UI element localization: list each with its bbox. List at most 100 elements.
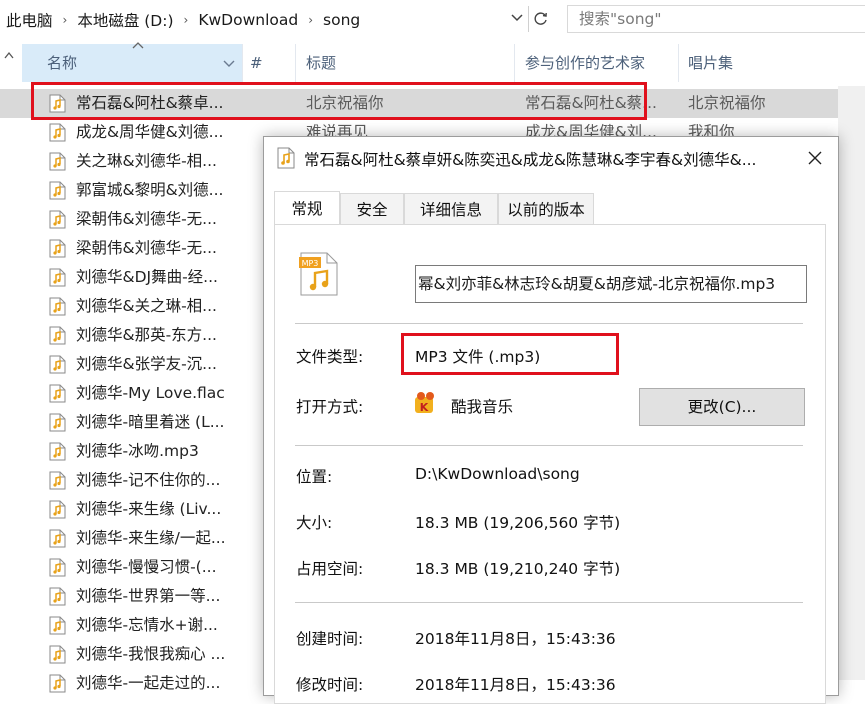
music-file-icon bbox=[49, 558, 66, 577]
file-name: 梁朝伟&刘德华-无... bbox=[76, 210, 217, 228]
mp3-badge-text: MP3 bbox=[302, 259, 319, 268]
size-label: 大小: bbox=[296, 514, 333, 532]
music-file-icon bbox=[49, 355, 66, 374]
music-file-icon bbox=[49, 123, 66, 142]
breadcrumb-song[interactable]: song bbox=[317, 11, 366, 29]
filename-field[interactable]: 幂&刘亦菲&林志玲&胡夏&胡彦斌-北京祝福你.mp3 bbox=[415, 265, 807, 303]
kuwo-music-icon: K bbox=[413, 391, 439, 421]
column-divider[interactable] bbox=[514, 44, 515, 82]
file-name: 梁朝伟&刘德华-无... bbox=[76, 239, 217, 257]
modified-value: 2018年11月8日，15:43:36 bbox=[415, 676, 616, 694]
breadcrumb-separator-icon: › bbox=[308, 13, 314, 27]
column-name-label[interactable]: 名称 bbox=[47, 44, 77, 82]
file-name: 刘德华-My Love.flac bbox=[76, 384, 225, 402]
tab-previous-versions[interactable]: 以前的版本 bbox=[498, 193, 594, 225]
file-name: 刘德华-一起走过的... bbox=[76, 674, 221, 692]
music-file-icon bbox=[49, 239, 66, 258]
music-file-icon bbox=[49, 529, 66, 548]
filename-value: 幂&刘亦菲&林志玲&胡夏&胡彦斌-北京祝福你.mp3 bbox=[418, 275, 776, 293]
column-name-dropdown-icon[interactable] bbox=[222, 46, 236, 84]
file-name: 成龙&周华健&刘德... bbox=[76, 123, 224, 141]
column-divider[interactable] bbox=[242, 44, 243, 82]
breadcrumb[interactable]: 此电脑 › 本地磁盘 (D:) › KwDownload › song bbox=[0, 6, 528, 34]
divider bbox=[295, 602, 803, 603]
svg-text:K: K bbox=[420, 401, 429, 414]
divider bbox=[295, 445, 803, 446]
highlight-box bbox=[31, 82, 647, 120]
mp3-file-icon bbox=[276, 147, 296, 173]
column-divider[interactable] bbox=[678, 44, 679, 82]
created-value: 2018年11月8日，15:43:36 bbox=[415, 630, 616, 648]
music-file-icon bbox=[49, 326, 66, 345]
file-name: 刘德华&DJ舞曲-经... bbox=[76, 268, 218, 286]
location-value: D:\KwDownload\song bbox=[415, 465, 580, 483]
column-album-label[interactable]: 唱片集 bbox=[688, 44, 733, 82]
file-name: 刘德华&关之琳-相... bbox=[76, 297, 217, 315]
music-file-icon bbox=[49, 181, 66, 200]
file-name: 刘德华&张学友-沉... bbox=[76, 355, 217, 373]
music-file-icon bbox=[49, 297, 66, 316]
file-album: 北京祝福你 bbox=[688, 94, 766, 112]
location-label: 位置: bbox=[296, 468, 333, 486]
file-name: 刘德华-我恨我痴心 ... bbox=[76, 645, 226, 663]
breadcrumb-drive-d[interactable]: 本地磁盘 (D:) bbox=[71, 9, 179, 31]
music-file-icon bbox=[49, 210, 66, 229]
modified-label: 修改时间: bbox=[296, 676, 364, 694]
breadcrumb-this-pc[interactable]: 此电脑 bbox=[0, 9, 59, 31]
refresh-icon[interactable] bbox=[528, 6, 553, 32]
scrollbar[interactable] bbox=[838, 86, 865, 680]
file-name: 刘德华-来生缘 (Liv... bbox=[76, 500, 222, 518]
column-artist-label[interactable]: 参与创作的艺术家 bbox=[525, 44, 645, 82]
breadcrumb-separator-icon: › bbox=[183, 13, 189, 27]
music-file-icon bbox=[49, 587, 66, 606]
breadcrumb-kwdownload[interactable]: KwDownload bbox=[192, 11, 304, 29]
breadcrumb-separator-icon: › bbox=[62, 13, 68, 27]
chevron-down-icon[interactable] bbox=[507, 10, 527, 30]
file-name: 刘德华-世界第一等... bbox=[76, 587, 221, 605]
close-icon[interactable] bbox=[802, 145, 828, 171]
file-name: 刘德华-慢慢习惯-(... bbox=[76, 558, 217, 576]
search-input[interactable]: 搜索"song" bbox=[567, 5, 865, 33]
column-title-label[interactable]: 标题 bbox=[306, 44, 336, 82]
address-toolbar: 此电脑 › 本地磁盘 (D:) › KwDownload › song 搜索"s… bbox=[0, 0, 865, 40]
music-file-icon bbox=[49, 384, 66, 403]
music-file-icon bbox=[49, 645, 66, 664]
file-name: 关之琳&刘德华-相... bbox=[76, 152, 217, 170]
tab-security[interactable]: 安全 bbox=[340, 193, 404, 225]
file-name: 刘德华-冰吻.mp3 bbox=[76, 442, 199, 460]
file-name: 刘德华&那英-东方... bbox=[76, 326, 217, 344]
column-number-label[interactable]: # bbox=[250, 44, 263, 82]
size-value: 18.3 MB (19,206,560 字节) bbox=[415, 514, 621, 532]
music-file-icon bbox=[49, 500, 66, 519]
music-file-icon bbox=[49, 442, 66, 461]
mp3-file-large-icon: MP3 bbox=[297, 251, 341, 301]
properties-dialog: 常石磊&阿杜&蔡卓妍&陈奕迅&成龙&陈慧琳&李宇春&刘德华&... 常规 安全 … bbox=[263, 136, 839, 704]
music-file-icon bbox=[49, 674, 66, 693]
open-with-value: 酷我音乐 bbox=[451, 398, 514, 416]
general-panel: MP3 幂&刘亦菲&林志玲&胡夏&胡彦斌-北京祝福你.mp3 文件类型: MP3… bbox=[274, 224, 826, 704]
change-button[interactable]: 更改(C)... bbox=[639, 388, 805, 426]
music-file-icon bbox=[49, 268, 66, 287]
file-name: 郭富城&黎明&刘德... bbox=[76, 181, 224, 199]
tab-details[interactable]: 详细信息 bbox=[404, 193, 498, 225]
file-name: 刘德华-暗里着迷 (L... bbox=[76, 413, 225, 431]
open-with-label: 打开方式: bbox=[296, 398, 364, 416]
sort-ascending-icon bbox=[132, 40, 146, 50]
disk-size-value: 18.3 MB (19,210,240 字节) bbox=[415, 560, 621, 578]
highlight-box bbox=[401, 333, 619, 375]
music-file-icon bbox=[49, 413, 66, 432]
divider bbox=[295, 323, 803, 324]
type-label: 文件类型: bbox=[296, 348, 364, 366]
music-file-icon bbox=[49, 471, 66, 490]
file-name: 刘德华-记不住你的... bbox=[76, 471, 221, 489]
scroll-up-icon[interactable] bbox=[0, 48, 18, 68]
created-label: 创建时间: bbox=[296, 630, 364, 648]
file-name: 刘德华-来生缘/一起... bbox=[76, 529, 226, 547]
file-name: 刘德华-忘情水+谢... bbox=[76, 616, 218, 634]
tab-general[interactable]: 常规 bbox=[274, 191, 340, 225]
disk-size-label: 占用空间: bbox=[296, 560, 364, 578]
column-divider[interactable] bbox=[295, 44, 296, 82]
music-file-icon bbox=[49, 616, 66, 635]
music-file-icon bbox=[49, 152, 66, 171]
column-header-bar: 名称 # 标题 参与创作的艺术家 唱片集 bbox=[0, 40, 865, 86]
